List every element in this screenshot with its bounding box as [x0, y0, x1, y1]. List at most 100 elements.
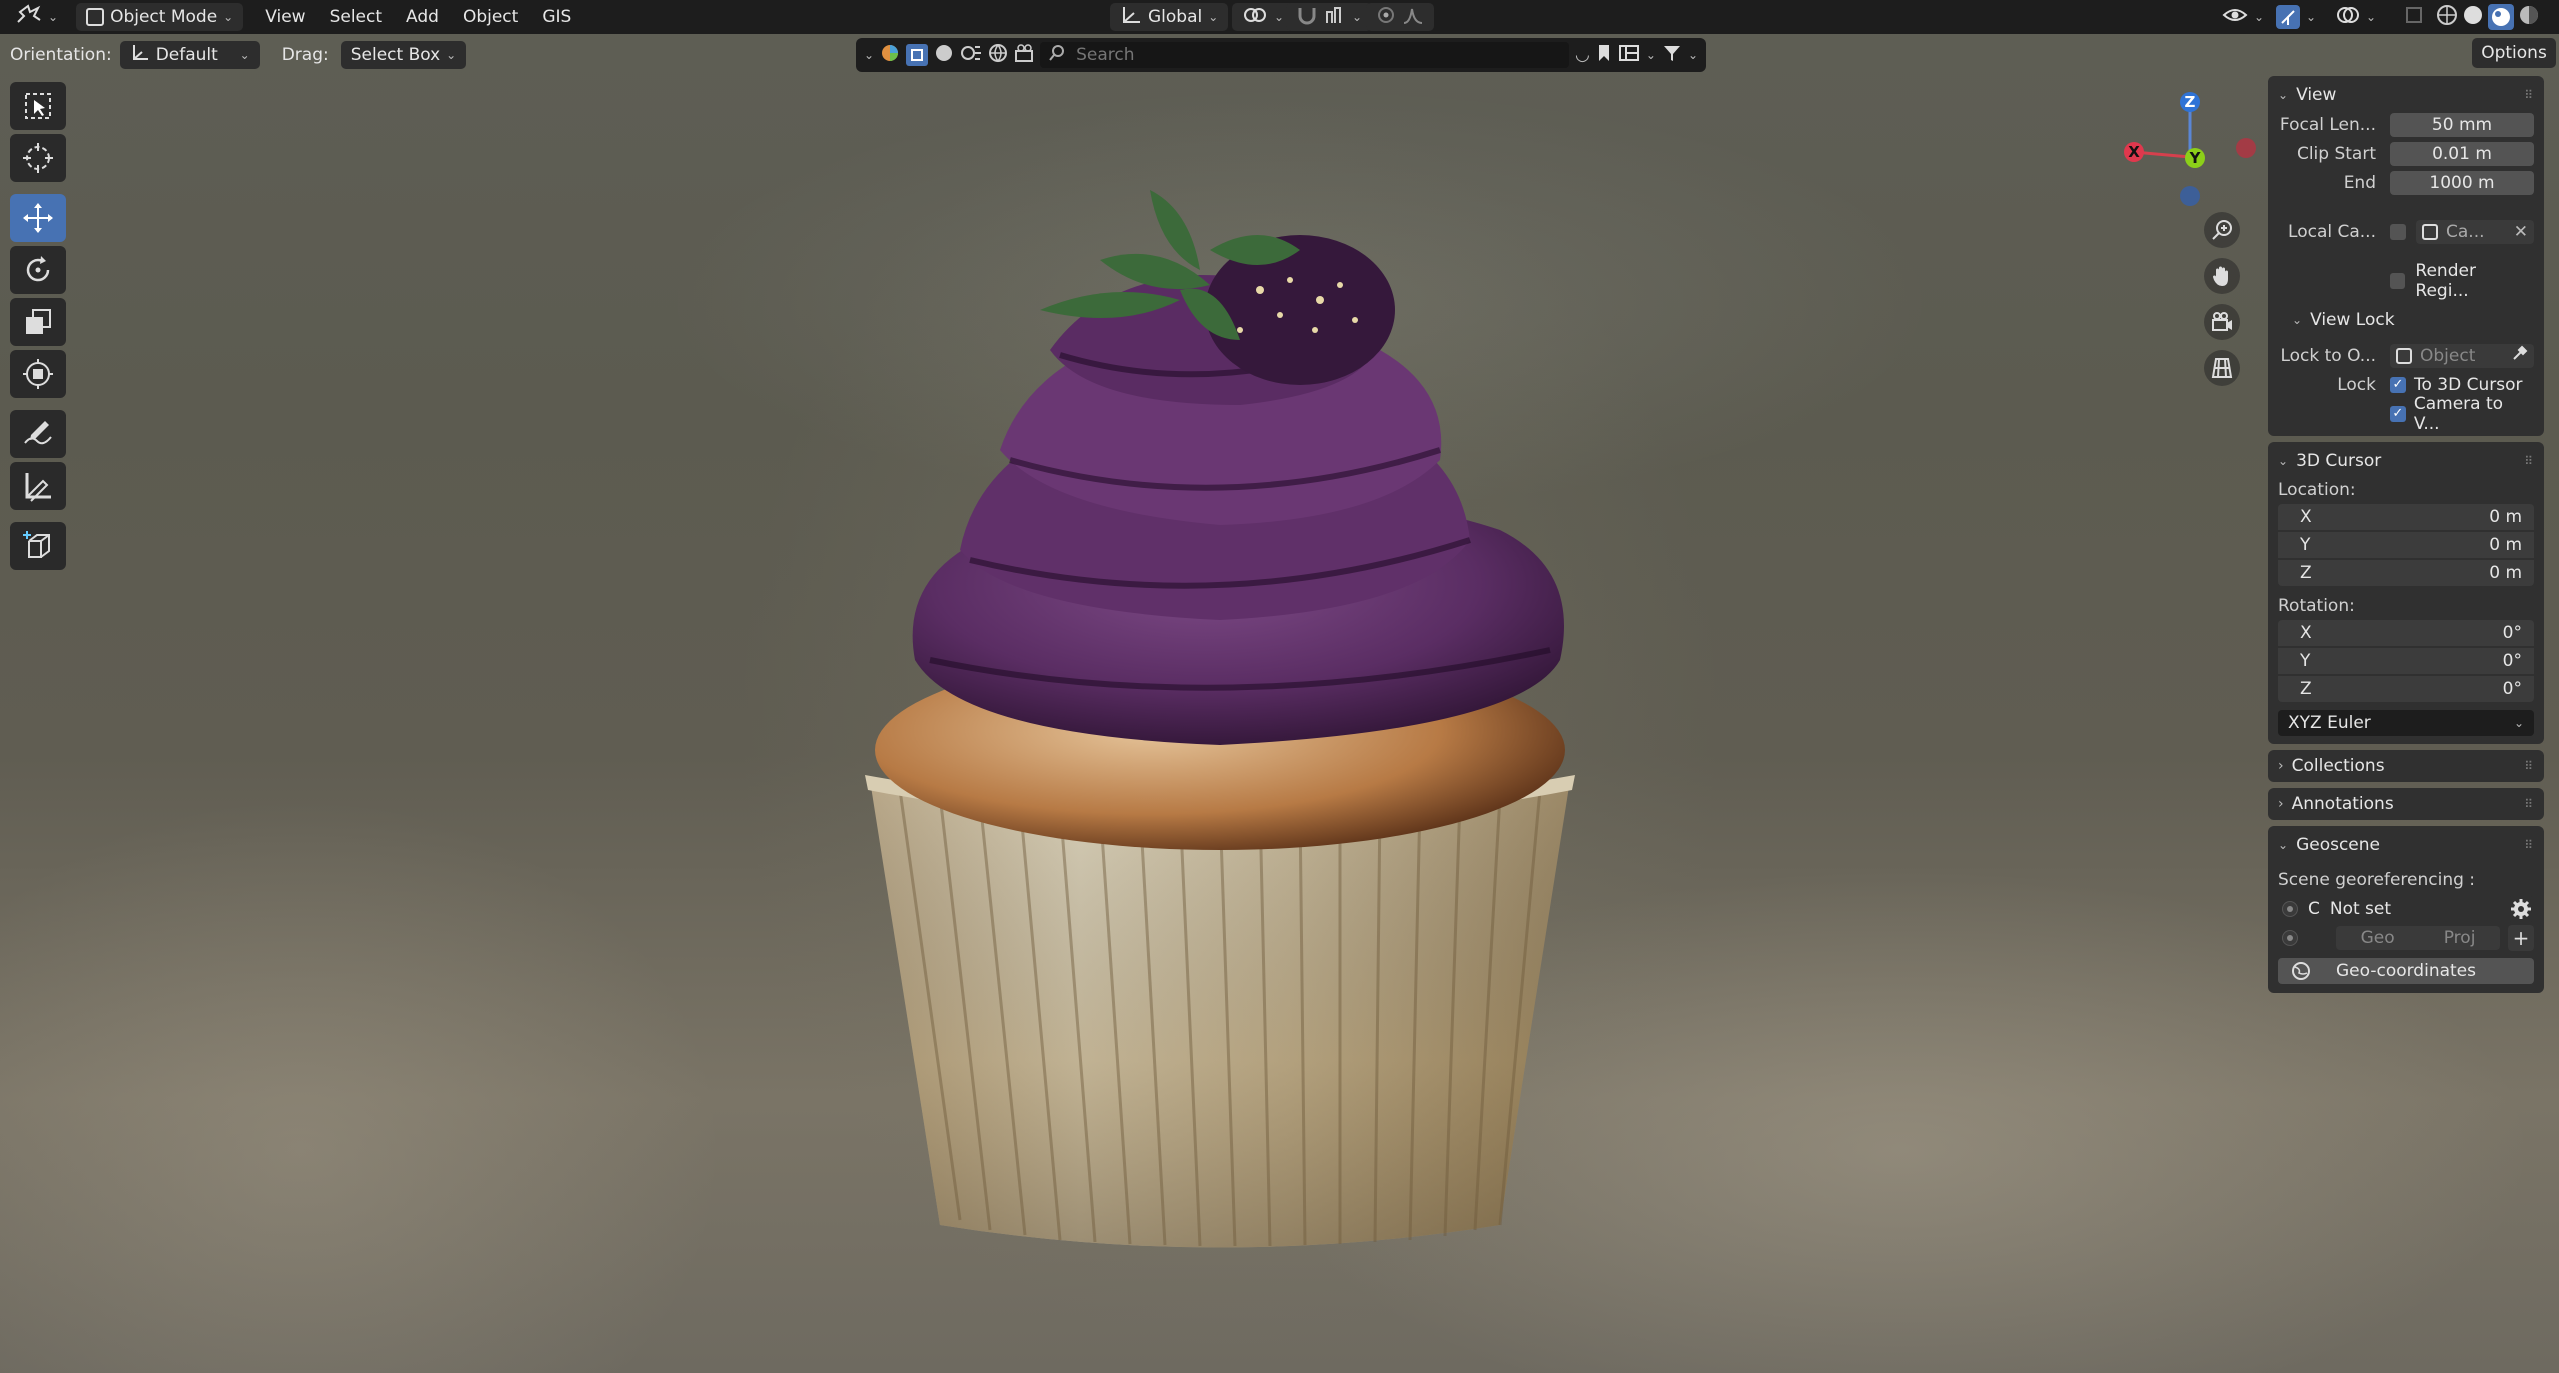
- mode-selector[interactable]: Object Mode ⌄: [76, 3, 244, 31]
- clip-start-row: Clip Start 0.01 m: [2278, 139, 2534, 168]
- sphere-filter-icon[interactable]: [934, 43, 954, 68]
- panel-grip-icon[interactable]: ⠿: [2524, 759, 2534, 773]
- add-cube-tool[interactable]: [10, 522, 66, 570]
- proportional-editing-toggle[interactable]: [1366, 3, 1434, 31]
- display-mode-icon[interactable]: [1618, 43, 1640, 68]
- annotations-panel-header[interactable]: › Annotations ⠿: [2268, 788, 2544, 820]
- view-lock-header[interactable]: ⌄ View Lock: [2292, 305, 2534, 335]
- location-y-field[interactable]: Y 0 m: [2278, 532, 2534, 558]
- render-region-row: Render Regi...: [2278, 261, 2534, 301]
- select-box-tool[interactable]: [10, 82, 66, 130]
- sidebar-n-panel: ⌄ View ⠿ Focal Len... 50 mm Clip Start 0…: [2268, 76, 2544, 999]
- geo-proj-radio[interactable]: [2282, 929, 2298, 946]
- measure-tool[interactable]: [10, 462, 66, 510]
- cursor-tool[interactable]: [10, 134, 66, 182]
- color-wheel-icon[interactable]: [880, 43, 900, 68]
- geo-button[interactable]: Geo: [2361, 928, 2395, 948]
- restrict-toggle-icon[interactable]: ◡: [1575, 45, 1590, 65]
- cupcake-model[interactable]: [860, 190, 1600, 1290]
- collections-panel-header[interactable]: › Collections ⠿: [2268, 750, 2544, 782]
- render-region-checkbox[interactable]: [2389, 272, 2406, 289]
- rotate-tool[interactable]: [10, 246, 66, 294]
- camera-filter-icon[interactable]: [1014, 43, 1034, 68]
- lock-to-object-row: Lock to O... Object: [2278, 341, 2534, 370]
- drag-dropdown[interactable]: Select Box ⌄: [340, 41, 467, 69]
- rotation-x-field[interactable]: X 0°: [2278, 620, 2534, 646]
- local-camera-field[interactable]: Ca... ✕: [2416, 219, 2534, 244]
- camera-icon: [2212, 312, 2232, 331]
- options-button[interactable]: Options: [2472, 38, 2556, 68]
- crs-radio[interactable]: [2282, 900, 2298, 917]
- panel-grip-icon[interactable]: ⠿: [2524, 88, 2534, 102]
- settings-button[interactable]: [2508, 895, 2534, 922]
- rendered-shading-icon[interactable]: [2518, 4, 2540, 31]
- axis-label: Y: [2300, 535, 2311, 555]
- object-filter-icon[interactable]: [906, 44, 929, 66]
- bookmark-icon[interactable]: [1596, 43, 1612, 68]
- menu-add[interactable]: Add: [394, 3, 451, 31]
- orientation-dropdown[interactable]: Default ⌄: [119, 41, 260, 69]
- move-tool[interactable]: [10, 194, 66, 242]
- panel-grip-icon[interactable]: ⠿: [2524, 838, 2534, 852]
- transform-tool[interactable]: [10, 350, 66, 398]
- clear-x-icon[interactable]: ✕: [2514, 222, 2528, 242]
- menu-select[interactable]: Select: [318, 3, 394, 31]
- solid-shading-icon[interactable]: [2462, 4, 2484, 31]
- proj-button[interactable]: Proj: [2444, 928, 2476, 948]
- local-camera-checkbox[interactable]: [2390, 223, 2406, 240]
- geo-coordinates-button[interactable]: Geo-coordinates: [2278, 957, 2534, 984]
- view-panel-header[interactable]: ⌄ View ⠿: [2278, 80, 2534, 110]
- projection-toggle-button[interactable]: [2204, 350, 2240, 386]
- material-shading-icon[interactable]: [2488, 4, 2514, 30]
- menu-object[interactable]: Object: [451, 3, 530, 31]
- visibility-selector[interactable]: ⌄: [2212, 3, 2274, 31]
- geoscene-panel: ⌄ Geoscene ⠿ Scene georeferencing : C No…: [2268, 826, 2544, 993]
- camera-to-view-checkbox[interactable]: ✓: [2389, 405, 2406, 422]
- geoscene-panel-header[interactable]: ⌄ Geoscene ⠿: [2278, 830, 2534, 860]
- light-filter-icon[interactable]: [960, 43, 982, 68]
- add-button[interactable]: +: [2508, 924, 2534, 951]
- pivot-point-selector[interactable]: ⌄: [1232, 3, 1295, 31]
- camera-view-button[interactable]: [2204, 304, 2240, 340]
- drag-value: Select Box: [350, 45, 441, 65]
- zoom-button[interactable]: [2204, 212, 2240, 248]
- rotation-z-field[interactable]: Z 0°: [2278, 676, 2534, 702]
- to-3d-cursor-checkbox[interactable]: ✓: [2390, 376, 2406, 393]
- grid-icon: [2211, 358, 2233, 378]
- chevron-down-icon[interactable]: ⌄: [1646, 48, 1656, 62]
- eyedropper-icon[interactable]: [2512, 345, 2528, 366]
- clip-end-field[interactable]: 1000 m: [2390, 170, 2534, 195]
- 3d-cursor-panel-header[interactable]: ⌄ 3D Cursor ⠿: [2278, 446, 2534, 476]
- world-filter-icon[interactable]: [988, 43, 1008, 68]
- chevron-down-icon[interactable]: ⌄: [864, 48, 874, 62]
- overlays-toggle[interactable]: ⌄: [2326, 3, 2386, 31]
- snap-toggle[interactable]: ⌄: [1286, 3, 1373, 31]
- pan-button[interactable]: [2204, 258, 2240, 294]
- panel-grip-icon[interactable]: ⠿: [2524, 797, 2534, 811]
- scale-tool[interactable]: [10, 298, 66, 346]
- to-3d-cursor-label: To 3D Cursor: [2414, 374, 2523, 395]
- xray-toggle[interactable]: [2394, 3, 2434, 31]
- chevron-down-icon: ⌄: [2292, 313, 2303, 327]
- menu-gis[interactable]: GIS: [530, 3, 583, 31]
- annotate-tool[interactable]: [10, 410, 66, 458]
- rotation-mode-dropdown[interactable]: XYZ Euler ⌄: [2278, 710, 2534, 736]
- panel-grip-icon[interactable]: ⠿: [2524, 454, 2534, 468]
- search-input[interactable]: [1074, 44, 1562, 66]
- location-z-field[interactable]: Z 0 m: [2278, 560, 2534, 586]
- editor-type-menu[interactable]: ⌄: [6, 3, 68, 31]
- chevron-down-icon[interactable]: ⌄: [1688, 48, 1698, 62]
- transform-orientation-selector[interactable]: Global ⌄: [1110, 3, 1229, 31]
- lock-to-object-field[interactable]: Object: [2390, 343, 2534, 368]
- gizmo-toggle[interactable]: ⌄: [2266, 3, 2326, 31]
- view-panel: ⌄ View ⠿ Focal Len... 50 mm Clip Start 0…: [2268, 76, 2544, 436]
- rotation-y-field[interactable]: Y 0°: [2278, 648, 2534, 674]
- focal-length-field[interactable]: 50 mm: [2390, 112, 2534, 137]
- clip-start-field[interactable]: 0.01 m: [2390, 141, 2534, 166]
- location-x-field[interactable]: X 0 m: [2278, 504, 2534, 530]
- menu-view[interactable]: View: [253, 3, 317, 31]
- filter-icon[interactable]: [1662, 43, 1682, 68]
- navigation-gizmo[interactable]: Z X Y: [2120, 84, 2260, 214]
- wireframe-shading-icon[interactable]: [2436, 4, 2458, 31]
- search-field[interactable]: [1040, 42, 1570, 68]
